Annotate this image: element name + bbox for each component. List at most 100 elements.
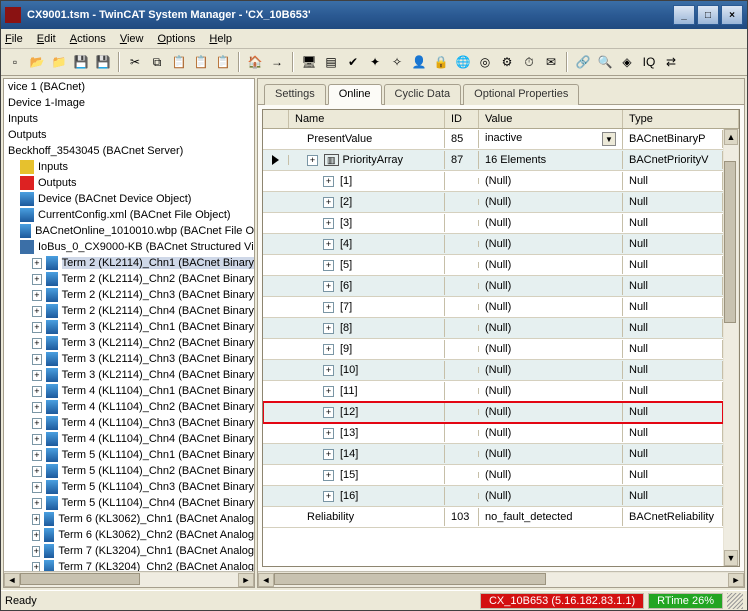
expand-icon[interactable]: + (323, 365, 334, 376)
cell-value[interactable]: (Null) (479, 361, 623, 379)
gear-icon[interactable]: ⚙ (497, 52, 517, 72)
expand-icon[interactable]: + (32, 530, 40, 541)
grid-row[interactable]: +[2](Null)Null (263, 192, 723, 213)
dropdown-icon[interactable]: ▼ (602, 132, 616, 146)
cell-value[interactable]: 16 Elements (479, 151, 623, 169)
expand-icon[interactable]: + (32, 434, 42, 445)
expand-icon[interactable]: + (32, 418, 42, 429)
paste-icon[interactable]: 📋 (169, 52, 189, 72)
open2-icon[interactable]: 📁 (49, 52, 69, 72)
expand-icon[interactable]: + (32, 370, 42, 381)
expand-icon[interactable]: + (32, 290, 42, 301)
tree-item[interactable]: +Term 5 (KL1104)_Chn1 (BACnet Binary (4, 447, 254, 463)
grid-vscrollbar[interactable]: ▲ ▼ (723, 129, 739, 566)
expand-icon[interactable]: + (323, 407, 334, 418)
nav-up-icon[interactable]: 🏠 (245, 52, 265, 72)
grid-row[interactable]: +[13](Null)Null (263, 423, 723, 444)
grid-row[interactable]: +[3](Null)Null (263, 213, 723, 234)
cell-value[interactable]: (Null) (479, 214, 623, 232)
tag-icon[interactable]: ◈ (617, 52, 637, 72)
col-type[interactable]: Type (623, 110, 739, 128)
expand-icon[interactable]: + (32, 322, 42, 333)
person-icon[interactable]: 👤 (409, 52, 429, 72)
grid-row[interactable]: +[11](Null)Null (263, 381, 723, 402)
wizard2-icon[interactable]: ✧ (387, 52, 407, 72)
iq-icon[interactable]: IQ (639, 52, 659, 72)
clock-icon[interactable]: ⏱ (519, 52, 539, 72)
minimize-button[interactable]: _ (673, 5, 695, 25)
menu-edit[interactable]: Edit (37, 33, 56, 45)
tree-item[interactable]: BACnetOnline_1010010.wbp (BACnet File O (4, 223, 254, 239)
cell-value[interactable]: (Null) (479, 403, 623, 421)
cell-value[interactable]: (Null) (479, 256, 623, 274)
expand-icon[interactable]: + (32, 482, 42, 493)
expand-icon[interactable]: + (323, 470, 334, 481)
scroll-left-icon[interactable]: ◄ (258, 573, 274, 587)
tree-item[interactable]: Inputs (4, 111, 254, 127)
tree-item[interactable]: +Term 2 (KL2114)_Chn1 (BACnet Binary (4, 255, 254, 271)
expand-icon[interactable]: + (32, 498, 42, 509)
cut-icon[interactable]: ✂ (125, 52, 145, 72)
menu-actions[interactable]: Actions (70, 33, 106, 45)
menu-help[interactable]: Help (209, 33, 232, 45)
expand-icon[interactable]: + (32, 450, 42, 461)
expand-icon[interactable]: + (323, 260, 334, 271)
saveall-icon[interactable]: 💾 (93, 52, 113, 72)
close-button[interactable]: × (721, 5, 743, 25)
expand-icon[interactable]: + (32, 514, 40, 525)
cell-value[interactable]: (Null) (479, 277, 623, 295)
tree-item[interactable]: +Term 7 (KL3204)_Chn2 (BACnet Analog (4, 559, 254, 571)
expand-icon[interactable]: + (32, 258, 42, 269)
right-hscrollbar[interactable]: ◄ ► (258, 571, 744, 587)
new-icon[interactable]: ▫ (5, 52, 25, 72)
tree-item[interactable]: +Term 3 (KL2114)_Chn2 (BACnet Binary (4, 335, 254, 351)
tree-item[interactable]: IoBus_0_CX9000-KB (BACnet Structured Vi (4, 239, 254, 255)
scroll-left-icon[interactable]: ◄ (4, 573, 20, 587)
tree-item[interactable]: +Term 4 (KL1104)_Chn3 (BACnet Binary (4, 415, 254, 431)
tree-item[interactable]: +Term 5 (KL1104)_Chn4 (BACnet Binary (4, 495, 254, 511)
expand-icon[interactable]: + (32, 306, 42, 317)
expand-icon[interactable]: + (32, 386, 42, 397)
scroll-down-icon[interactable]: ▼ (724, 550, 738, 566)
conn-icon[interactable]: ⇄ (661, 52, 681, 72)
tree-item[interactable]: Inputs (4, 159, 254, 175)
link-icon[interactable]: 🔗 (573, 52, 593, 72)
expand-icon[interactable]: + (32, 338, 42, 349)
grid-row[interactable]: +[12](Null)Null (263, 402, 723, 423)
col-name[interactable]: Name (289, 110, 445, 128)
tree-item[interactable]: +Term 5 (KL1104)_Chn3 (BACnet Binary (4, 479, 254, 495)
expand-icon[interactable]: + (32, 402, 42, 413)
expand-icon[interactable]: + (307, 155, 318, 166)
expand-icon[interactable]: + (323, 239, 334, 250)
open-icon[interactable]: 📂 (27, 52, 47, 72)
tree-item[interactable]: +Term 6 (KL3062)_Chn1 (BACnet Analog (4, 511, 254, 527)
tree-item[interactable]: vice 1 (BACnet) (4, 79, 254, 95)
expand-icon[interactable]: + (323, 218, 334, 229)
tree-item[interactable]: +Term 4 (KL1104)_Chn2 (BACnet Binary (4, 399, 254, 415)
tree-hscrollbar[interactable]: ◄ ► (4, 571, 254, 587)
menu-options[interactable]: Options (157, 33, 195, 45)
tree-item[interactable]: Beckhoff_3543045 (BACnet Server) (4, 143, 254, 159)
tree-item[interactable]: Outputs (4, 127, 254, 143)
menu-file[interactable]: File (5, 33, 23, 45)
menu-view[interactable]: View (120, 33, 144, 45)
cell-value[interactable]: (Null) (479, 424, 623, 442)
paste3-icon[interactable]: 📋 (213, 52, 233, 72)
cell-value[interactable]: (Null) (479, 298, 623, 316)
col-value[interactable]: Value (479, 110, 623, 128)
expand-icon[interactable]: + (32, 466, 42, 477)
cell-value[interactable]: (Null) (479, 487, 623, 505)
grid-body[interactable]: PresentValue85inactive▼BACnetBinaryP+▥Pr… (263, 129, 723, 566)
grid-row[interactable]: Reliability103no_fault_detectedBACnetRel… (263, 507, 723, 528)
find-icon[interactable]: 🔍 (595, 52, 615, 72)
grid-row[interactable]: +[9](Null)Null (263, 339, 723, 360)
tree-item[interactable]: +Term 3 (KL2114)_Chn3 (BACnet Binary (4, 351, 254, 367)
cell-value[interactable]: no_fault_detected (479, 508, 623, 526)
tree-item[interactable]: +Term 4 (KL1104)_Chn1 (BACnet Binary (4, 383, 254, 399)
scroll-up-icon[interactable]: ▲ (724, 129, 738, 145)
tree-item[interactable]: +Term 2 (KL2114)_Chn3 (BACnet Binary (4, 287, 254, 303)
expand-icon[interactable]: + (323, 449, 334, 460)
expand-icon[interactable]: + (323, 302, 334, 313)
grid-row[interactable]: +[4](Null)Null (263, 234, 723, 255)
stamp-icon[interactable]: ✉ (541, 52, 561, 72)
